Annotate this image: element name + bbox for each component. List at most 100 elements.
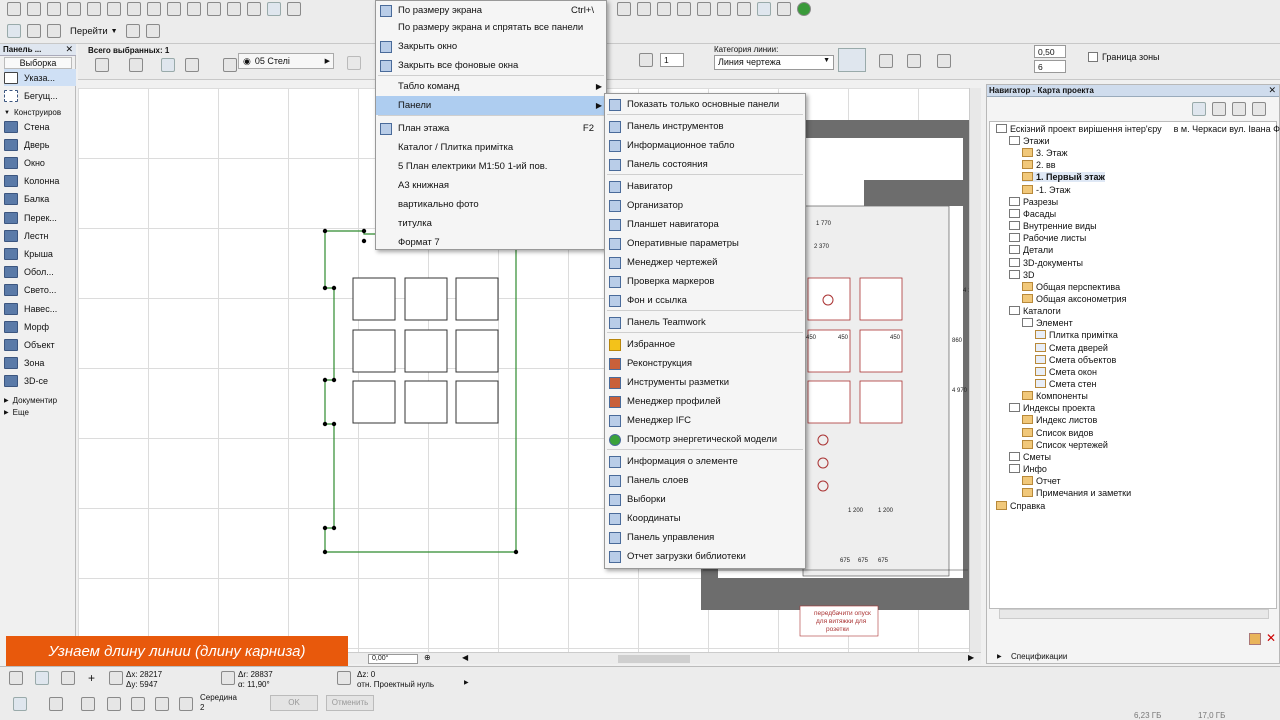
z-icon[interactable] <box>337 671 351 685</box>
panels-menu-item[interactable]: Информационное табло <box>605 136 805 155</box>
find-icon[interactable] <box>187 2 201 16</box>
new-file-icon[interactable] <box>7 2 21 16</box>
tool-item[interactable]: Зона <box>4 355 76 372</box>
tool-item[interactable]: 3D-се <box>4 373 76 390</box>
tree-root[interactable]: Ескізний проект вирішення інтер'єру в м. … <box>996 124 1280 134</box>
eraser-icon[interactable] <box>347 56 361 70</box>
tool-item[interactable]: Свето... <box>4 282 76 299</box>
tool-item[interactable]: Перек... <box>4 209 76 226</box>
tree-item[interactable]: 3D <box>1009 269 1035 280</box>
tool-item[interactable]: Крыша <box>4 245 76 262</box>
tool-item[interactable]: Колонна <box>4 173 76 190</box>
arrow-end-icon[interactable] <box>907 54 921 68</box>
close-icon[interactable]: ✕ <box>1268 85 1276 96</box>
polar-icon[interactable] <box>221 671 235 685</box>
project-map-icon[interactable] <box>1192 102 1206 116</box>
arc-icon[interactable] <box>185 58 199 72</box>
panels-menu-item[interactable]: Панель состояния <box>605 155 805 174</box>
scroll-left-icon[interactable]: ◀ <box>462 653 468 662</box>
tree-item[interactable]: Этажи <box>1009 136 1050 146</box>
home-icon[interactable] <box>737 2 751 16</box>
tree-item[interactable]: 2. вв <box>1022 160 1056 170</box>
panels-menu-item[interactable]: Панель инструментов <box>605 117 805 136</box>
cut-icon[interactable] <box>87 2 101 16</box>
view-menu-item[interactable]: титулка <box>376 214 606 233</box>
ok-button[interactable]: OK <box>270 695 318 711</box>
tool-marquee[interactable]: Бегущ... <box>4 87 76 104</box>
panels-menu-item[interactable]: Показать только основные панели <box>605 95 805 114</box>
tree-item[interactable]: Индексы проекта <box>1009 403 1095 413</box>
tool-item[interactable]: Стена <box>4 118 76 135</box>
layer-lock-icon[interactable] <box>223 58 237 72</box>
tree-item[interactable]: Инфо <box>1009 464 1047 474</box>
magic-wand-icon[interactable] <box>247 2 261 16</box>
tree-item[interactable]: Смета окон <box>1035 366 1097 377</box>
layout-icon[interactable] <box>47 24 61 38</box>
tool-item[interactable]: Балка <box>4 191 76 208</box>
line-type-button[interactable] <box>838 48 866 72</box>
view-menu-item[interactable]: А3 книжная <box>376 176 606 195</box>
tree-item[interactable]: 1. Первый этаж <box>1022 172 1105 183</box>
tool-arrow[interactable]: Указа... <box>4 69 76 86</box>
line-category-select[interactable]: Линия чертежа ▼ <box>714 55 834 70</box>
value-b-field[interactable]: 6 <box>1034 60 1066 73</box>
chevron-right-icon[interactable]: ▶ <box>997 653 1002 660</box>
panels-menu-item[interactable]: Реконструкция <box>605 354 805 373</box>
corner-icon[interactable] <box>637 2 651 16</box>
tool-item[interactable]: Навес... <box>4 300 76 317</box>
tree-item[interactable]: Список чертежей <box>1022 439 1108 450</box>
open-file-icon[interactable] <box>27 2 41 16</box>
save-icon[interactable] <box>47 2 61 16</box>
align-icon[interactable] <box>617 2 631 16</box>
snap-points-icon[interactable] <box>61 671 75 685</box>
panels-menu-item[interactable]: Координаты <box>605 509 805 528</box>
panels-menu-item[interactable]: Проверка маркеров <box>605 272 805 291</box>
view-menu-item[interactable]: Панели ▶ <box>376 96 606 115</box>
paste-icon[interactable] <box>127 2 141 16</box>
pen-number-field[interactable]: 1 <box>660 53 684 67</box>
tool-item[interactable]: Дверь <box>4 136 76 153</box>
tree-item[interactable]: Сметы <box>1009 451 1051 462</box>
arrow-type-icon[interactable] <box>879 54 893 68</box>
eye-icon[interactable] <box>777 2 791 16</box>
view-mode-icon[interactable] <box>7 24 21 38</box>
tree-item[interactable]: Плитка примітка <box>1035 330 1118 340</box>
panels-menu-item[interactable]: Навигатор <box>605 177 805 196</box>
intersection-icon[interactable] <box>131 697 145 711</box>
tree-item[interactable]: Примечания и заметки <box>1022 488 1131 498</box>
chevron-right-icon[interactable]: ▶ <box>464 679 469 686</box>
special-snap-icon[interactable] <box>107 697 121 711</box>
view-menu-item[interactable]: 5 План електрики М1:50 1-ий пов. <box>376 157 606 176</box>
panels-menu-item[interactable]: Менеджер профилей <box>605 392 805 411</box>
publisher-icon[interactable] <box>1252 102 1266 116</box>
eyedropper-icon[interactable] <box>207 2 221 16</box>
tree-item[interactable]: -1. Этаж <box>1022 184 1071 195</box>
zoom-icon[interactable]: ⊕ <box>424 653 431 662</box>
view-menu-item[interactable]: Закрыть окно <box>376 37 606 56</box>
panels-menu-item[interactable]: Отчет загрузки библиотеки <box>605 547 805 566</box>
folder-settings-icon[interactable] <box>1249 633 1261 645</box>
tree-item[interactable]: 3D-документы <box>1009 257 1083 268</box>
panels-menu-item[interactable]: Панель управления <box>605 528 805 547</box>
panels-menu-item[interactable]: Панель слоев <box>605 471 805 490</box>
arrow-both-icon[interactable] <box>937 54 951 68</box>
undo-icon[interactable] <box>147 2 161 16</box>
horizontal-scrollbar-thumb[interactable] <box>618 655 690 663</box>
panels-menu-item[interactable]: Инструменты разметки <box>605 373 805 392</box>
pen-icon[interactable] <box>639 53 653 67</box>
tree-item[interactable]: Общая перспектива <box>1022 281 1120 292</box>
vertical-scrollbar[interactable] <box>969 88 981 652</box>
view-menu-item[interactable]: вартикально фото <box>376 195 606 214</box>
tree-item[interactable]: Рабочие листы <box>1009 233 1086 243</box>
walk-icon[interactable] <box>145 24 160 38</box>
tree-item[interactable]: Справка <box>996 500 1045 511</box>
view-menu-item[interactable]: Формат 7 <box>376 233 606 252</box>
tree-item[interactable]: Отчет <box>1022 476 1061 486</box>
panels-menu-item[interactable]: Организатор <box>605 196 805 215</box>
redo-icon[interactable] <box>167 2 181 16</box>
panels-menu-item[interactable]: Избранное <box>605 335 805 354</box>
offset-icon[interactable] <box>697 2 711 16</box>
layout-book-icon[interactable] <box>1232 102 1246 116</box>
guideline-icon[interactable] <box>81 697 95 711</box>
zoom-angle-field[interactable]: 0,00° <box>368 654 418 664</box>
